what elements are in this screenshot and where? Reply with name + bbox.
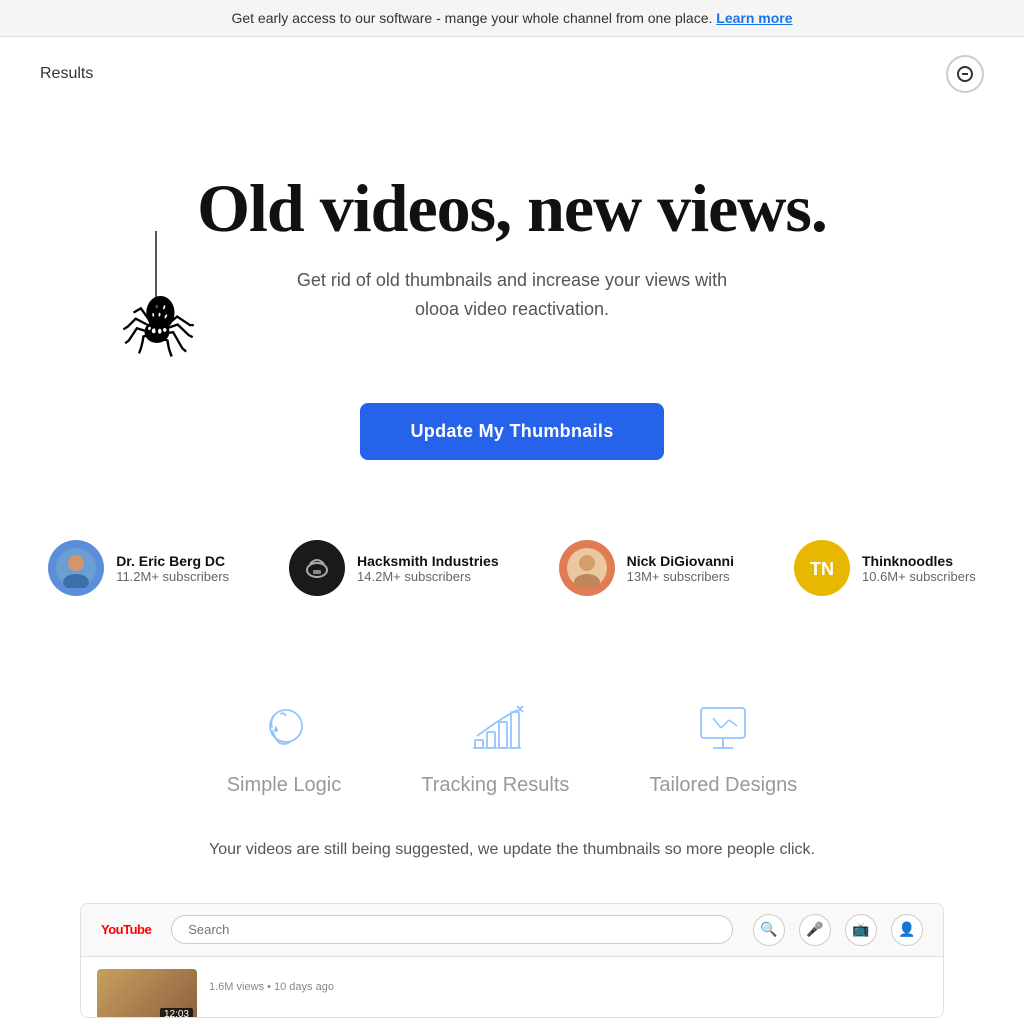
- channel-avatar: [289, 540, 345, 596]
- cta-section: Update My Thumbnails: [0, 403, 1024, 460]
- video-views: 1.6M views • 10 days ago: [209, 981, 334, 993]
- spider-icon: 🕷: [120, 291, 196, 362]
- feature-tailored-designs: Tailored Designs: [649, 696, 797, 797]
- features-section: Simple Logic Tracking Results: [0, 656, 1024, 827]
- channel-info: Dr. Eric Berg DC 11.2M+ subscribers: [116, 553, 229, 584]
- learn-more-link[interactable]: Learn more: [716, 10, 792, 26]
- feature-label-tailored-designs: Tailored Designs: [649, 774, 797, 797]
- channel-name: Thinknoodles: [862, 553, 976, 569]
- promo-banner: Get early access to our software - mange…: [0, 0, 1024, 37]
- channel-subs: 14.2M+ subscribers: [357, 569, 499, 584]
- channel-item: Dr. Eric Berg DC 11.2M+ subscribers: [48, 540, 229, 596]
- feature-label-tracking-results: Tracking Results: [421, 774, 569, 797]
- youtube-preview: YouTube 🔍 🎤 📺 👤 12:03 1.6M views • 10 da…: [80, 903, 944, 1018]
- feature-label-simple-logic: Simple Logic: [227, 774, 342, 797]
- video-thumbnail[interactable]: 12:03: [97, 969, 197, 1018]
- channel-logos-section: Dr. Eric Berg DC 11.2M+ subscribers Hack…: [0, 500, 1024, 656]
- update-thumbnails-button[interactable]: Update My Thumbnails: [360, 403, 663, 460]
- channel-subs: 11.2M+ subscribers: [116, 569, 229, 584]
- channel-subs: 13M+ subscribers: [627, 569, 734, 584]
- cast-icon[interactable]: 📺: [845, 914, 877, 946]
- feature-tracking-results: Tracking Results: [421, 696, 569, 797]
- search-icon[interactable]: 🔍: [753, 914, 785, 946]
- chart-icon: [463, 696, 527, 760]
- channel-item: Nick DiGiovanni 13M+ subscribers: [559, 540, 734, 596]
- hero-title: Old videos, new views.: [40, 171, 984, 246]
- youtube-content-row: 12:03 1.6M views • 10 days ago: [81, 957, 943, 1017]
- channel-avatar: [48, 540, 104, 596]
- channel-info: Hacksmith Industries 14.2M+ subscribers: [357, 553, 499, 584]
- channel-avatar: [559, 540, 615, 596]
- youtube-search-input[interactable]: [171, 915, 733, 944]
- navigation: Results: [0, 37, 1024, 111]
- channel-name: Nick DiGiovanni: [627, 553, 734, 569]
- hero-section: 🕷 Old videos, new views. Get rid of old …: [0, 111, 1024, 363]
- channel-info: Thinknoodles 10.6M+ subscribers: [862, 553, 976, 584]
- channel-info: Nick DiGiovanni 13M+ subscribers: [627, 553, 734, 584]
- channel-name: Hacksmith Industries: [357, 553, 499, 569]
- youtube-bar: YouTube 🔍 🎤 📺 👤: [81, 904, 943, 957]
- channel-item: Hacksmith Industries 14.2M+ subscribers: [289, 540, 499, 596]
- channel-subs: 10.6M+ subscribers: [862, 569, 976, 584]
- nav-results-link[interactable]: Results: [40, 65, 93, 83]
- youtube-icons: 🔍 🎤 📺 👤: [753, 914, 923, 946]
- avatar-icon[interactable]: 👤: [891, 914, 923, 946]
- svg-text:TN: TN: [810, 559, 834, 579]
- channel-item: TN Thinknoodles 10.6M+ subscribers: [794, 540, 976, 596]
- channel-name: Dr. Eric Berg DC: [116, 553, 229, 569]
- feature-simple-logic: Simple Logic: [227, 696, 342, 797]
- description-text: Your videos are still being suggested, w…: [0, 827, 1024, 883]
- channel-avatar: TN: [794, 540, 850, 596]
- nav-menu-icon[interactable]: [946, 55, 984, 93]
- mic-icon[interactable]: 🎤: [799, 914, 831, 946]
- video-duration: 12:03: [160, 1008, 193, 1018]
- video-meta: 1.6M views • 10 days ago: [209, 969, 334, 1005]
- youtube-logo: YouTube: [101, 922, 151, 937]
- monitor-icon: [691, 696, 755, 760]
- brain-icon: [252, 696, 316, 760]
- banner-text: Get early access to our software - mange…: [231, 10, 712, 26]
